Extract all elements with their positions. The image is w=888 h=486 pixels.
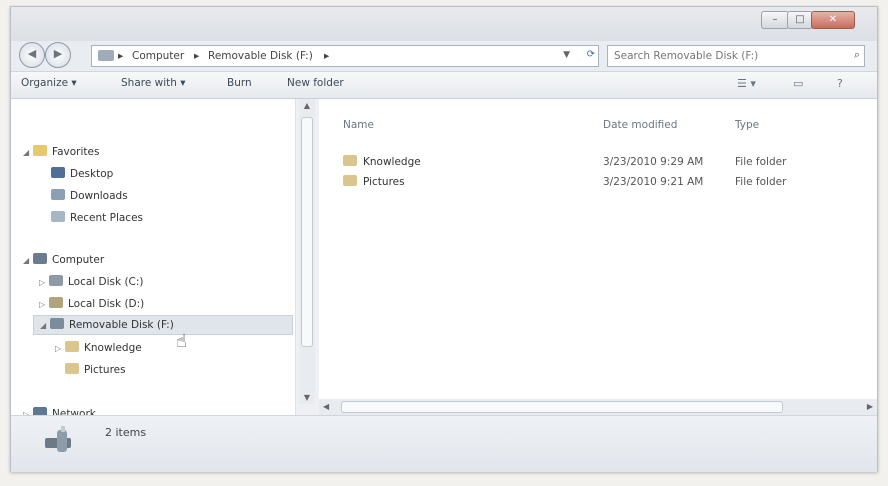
hand-cursor-icon: ☝ [176, 331, 187, 352]
share-with-button[interactable]: Share with ▾ [121, 77, 186, 89]
organize-button[interactable]: Organize ▾ [21, 77, 77, 89]
command-bar: Organize ▾ Share with ▾ Burn New folder … [11, 71, 877, 99]
nav-favorites[interactable]: ◢ Favorites [23, 143, 99, 161]
downloads-icon [51, 189, 65, 200]
folder-icon [65, 363, 79, 374]
folder-icon [343, 175, 357, 186]
views-icon[interactable]: ☰ ▾ [737, 77, 756, 90]
minimize-button[interactable]: – [761, 11, 789, 29]
file-name: Pictures [363, 176, 405, 188]
close-icon: ✕ [828, 14, 838, 25]
desktop-icon [51, 167, 65, 178]
minimize-icon: – [772, 14, 778, 25]
scrollbar-thumb[interactable] [301, 117, 313, 347]
drive-icon [98, 50, 114, 61]
details-pane: 2 items [11, 415, 877, 472]
forward-button[interactable]: ▶ [45, 42, 71, 68]
folder-icon [65, 341, 79, 352]
usb-drive-icon [45, 426, 71, 452]
preview-pane-icon[interactable]: ▭ [793, 77, 803, 90]
column-header-type[interactable]: Type [735, 119, 759, 131]
file-name: Knowledge [363, 156, 421, 168]
folder-icon [343, 155, 357, 166]
dvd-drive-icon [49, 297, 63, 308]
usb-drive-icon [50, 318, 64, 329]
scroll-right-icon[interactable]: ▶ [867, 399, 873, 415]
nav-downloads[interactable]: Downloads [51, 187, 128, 205]
nav-local-disk-c[interactable]: ▷ Local Disk (C:) [39, 273, 144, 291]
hscrollbar-thumb[interactable] [341, 401, 783, 413]
crumb-computer[interactable]: Computer [132, 48, 184, 64]
crumb-separator-1: ▸ [118, 50, 124, 62]
column-header-date-modified[interactable]: Date modified [603, 119, 677, 131]
back-arrow-icon: ◀ [27, 47, 37, 60]
nav-recent-places[interactable]: Recent Places [51, 209, 143, 227]
item-count: 2 items [105, 426, 147, 439]
file-row[interactable]: Pictures 3/23/2010 9:21 AM File folder [343, 173, 863, 191]
nav-local-disk-c-label: Local Disk (C:) [68, 276, 144, 288]
back-button[interactable]: ◀ [19, 42, 45, 68]
file-date: 3/23/2010 9:29 AM [603, 156, 704, 168]
search-icon[interactable]: ⌕ [854, 48, 860, 62]
nav-favorites-label: Favorites [52, 146, 100, 158]
nav-removable-disk-f-label: Removable Disk (F:) [69, 319, 174, 331]
expand-arrow-icon[interactable]: ◢ [23, 144, 33, 162]
close-button[interactable]: ✕ [811, 11, 855, 29]
star-icon [33, 145, 47, 156]
nav-recent-places-label: Recent Places [70, 212, 144, 224]
navigation-scrollbar[interactable]: ▲ ▼ [299, 99, 315, 404]
help-icon[interactable]: ? [837, 77, 843, 90]
search-input[interactable] [612, 47, 836, 65]
collapse-arrow-icon[interactable]: ▷ [39, 274, 49, 292]
collapse-arrow-icon[interactable]: ▷ [39, 296, 49, 314]
file-type: File folder [735, 176, 787, 188]
file-list: Name Date modified Type Knowledge 3/23/2… [319, 99, 877, 404]
nav-local-disk-d[interactable]: ▷ Local Disk (D:) [39, 295, 144, 313]
nav-computer[interactable]: ◢ Computer [23, 251, 104, 269]
maximize-button[interactable]: □ [787, 11, 813, 29]
nav-desktop[interactable]: Desktop [51, 165, 113, 183]
new-folder-button[interactable]: New folder [287, 77, 344, 89]
nav-computer-label: Computer [52, 254, 105, 266]
file-type: File folder [735, 156, 787, 168]
column-header-name[interactable]: Name [343, 119, 374, 131]
title-bar: – □ ✕ [11, 7, 877, 41]
expand-arrow-icon[interactable]: ◢ [40, 317, 50, 335]
nav-pictures[interactable]: Pictures [65, 361, 126, 379]
search-box[interactable]: ⌕ [607, 45, 865, 67]
scroll-down-icon[interactable]: ▼ [299, 393, 315, 402]
nav-pictures-label: Pictures [84, 364, 126, 376]
nav-knowledge-label: Knowledge [84, 342, 142, 354]
maximize-icon: □ [795, 14, 805, 25]
nav-desktop-label: Desktop [70, 168, 114, 180]
navigation-pane: ◢ Favorites Desktop Downloads Recent Plac… [11, 99, 296, 434]
address-dropdown-icon[interactable]: ▼ [563, 47, 570, 63]
nav-downloads-label: Downloads [70, 190, 128, 202]
collapse-arrow-icon[interactable]: ▷ [55, 340, 65, 358]
address-bar[interactable]: ▸ Computer ▸ Removable Disk (F:) ▸ ▼ ⟳ [91, 45, 599, 67]
nav-local-disk-d-label: Local Disk (D:) [68, 298, 145, 310]
computer-icon [33, 253, 47, 264]
file-list-hscrollbar[interactable]: ◀ ▶ [319, 399, 877, 415]
scroll-up-icon[interactable]: ▲ [299, 101, 315, 110]
burn-button[interactable]: Burn [227, 77, 252, 89]
nav-removable-disk-f[interactable]: ◢ Removable Disk (F:) [33, 315, 293, 335]
expand-arrow-icon[interactable]: ◢ [23, 252, 33, 270]
address-row: ◀ ▶ ▸ Computer ▸ Removable Disk (F:) ▸ ▼… [11, 41, 877, 71]
explorer-window: – □ ✕ ◀ ▶ ▸ Computer ▸ Removable Disk (F… [10, 6, 878, 472]
nav-knowledge[interactable]: ▷ Knowledge [55, 339, 142, 357]
scroll-left-icon[interactable]: ◀ [323, 399, 329, 415]
file-date: 3/23/2010 9:21 AM [603, 176, 704, 188]
recent-places-icon [51, 211, 65, 222]
forward-arrow-icon: ▶ [53, 47, 63, 60]
crumb-separator-3: ▸ [324, 50, 330, 62]
crumb-removable-disk[interactable]: Removable Disk (F:) [208, 48, 313, 64]
refresh-icon[interactable]: ⟳ [587, 47, 595, 63]
crumb-separator-2: ▸ [194, 50, 200, 62]
hard-drive-icon [49, 275, 63, 286]
file-row[interactable]: Knowledge 3/23/2010 9:29 AM File folder [343, 153, 863, 171]
